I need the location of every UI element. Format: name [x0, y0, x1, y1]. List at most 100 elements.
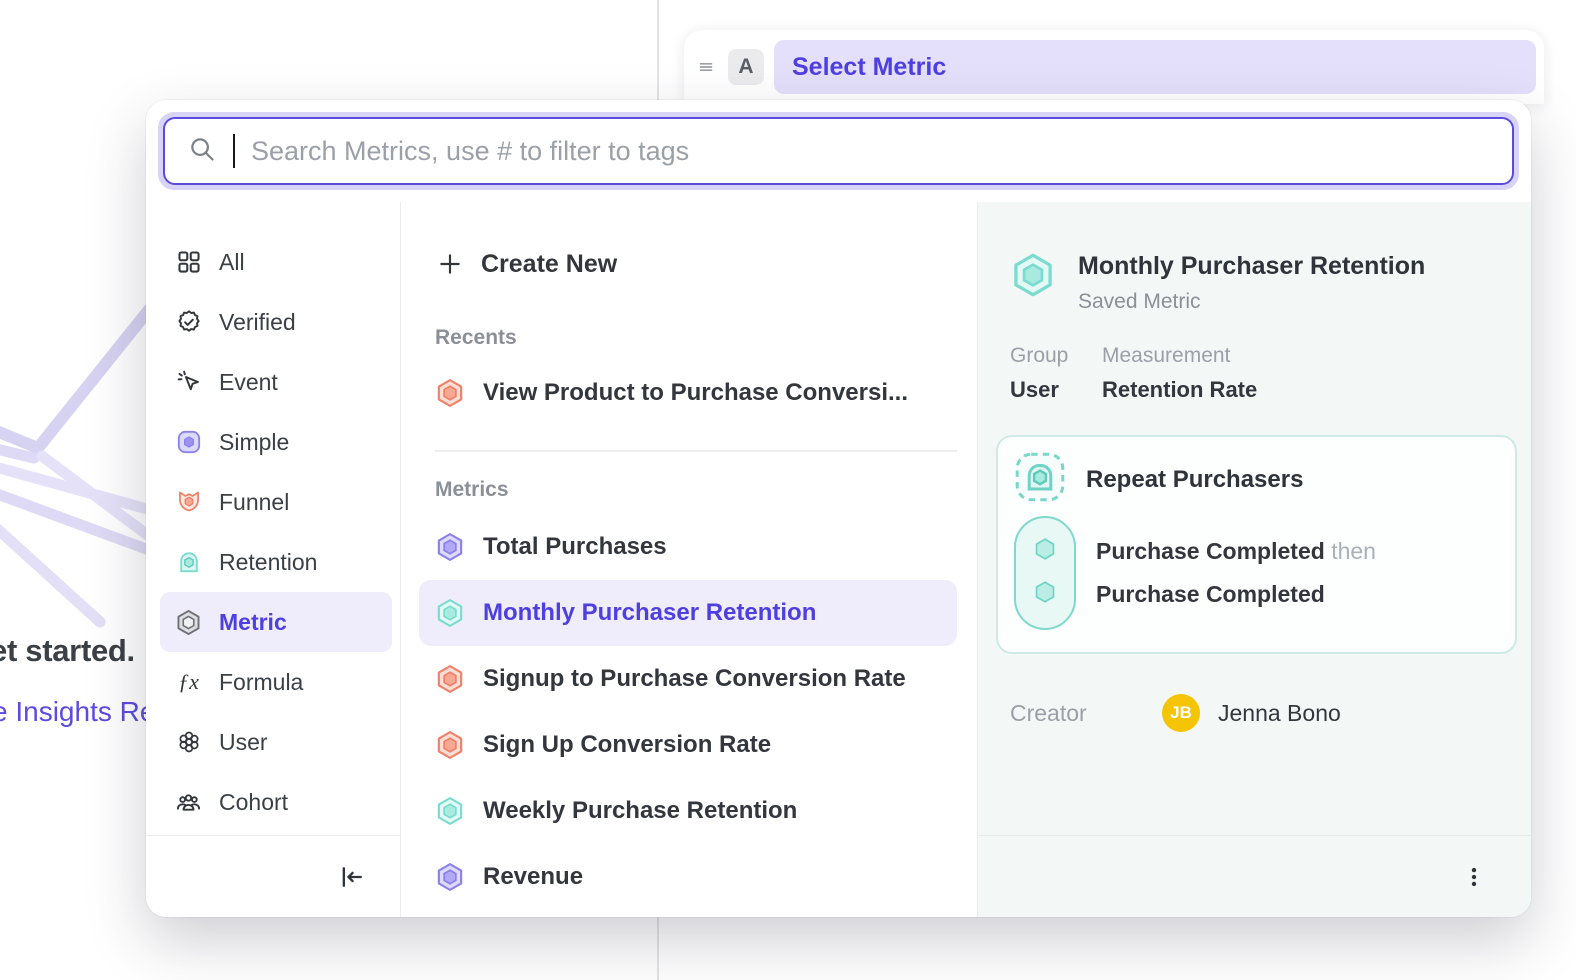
create-new-label: Create New — [481, 250, 617, 279]
metric-item-view-product-to-purchase-conversi[interactable]: View Product to Purchase Conversi... — [419, 360, 957, 426]
definition-title: Repeat Purchasers — [1086, 466, 1303, 494]
repeat-purchasers-icon — [1014, 451, 1066, 508]
metric-detail-panel: Monthly Purchaser Retention Saved Metric… — [978, 202, 1531, 917]
sidebar-item-funnel[interactable]: Funnel — [160, 472, 392, 532]
drag-handle-icon[interactable] — [694, 55, 718, 79]
select-metric-button[interactable]: Select Metric — [774, 40, 1536, 94]
sidebar-item-label: All — [219, 249, 245, 276]
section-divider — [435, 450, 957, 452]
sidebar-item-cohort[interactable]: Cohort — [160, 772, 392, 832]
sidebar-item-event[interactable]: Event — [160, 352, 392, 412]
step-event-name: Purchase Completed — [1096, 581, 1325, 607]
attribute-value: User — [1010, 377, 1076, 403]
detail-header: Monthly Purchaser Retention Saved Metric — [1010, 252, 1517, 314]
metric-item-label: Sign Up Conversion Rate — [483, 731, 771, 759]
saved-metric-hexagon-icon — [1010, 252, 1056, 303]
definition-header: Repeat Purchasers — [1014, 451, 1499, 508]
sidebar-item-simple[interactable]: Simple — [160, 412, 392, 472]
search-input[interactable] — [251, 136, 1490, 167]
sidebar-item-label: Cohort — [219, 789, 288, 816]
collapse-left-icon[interactable] — [334, 859, 370, 895]
metric-item-revenue[interactable]: Revenue — [419, 844, 957, 910]
sidebar-item-label: Event — [219, 369, 278, 396]
sidebar-item-all[interactable]: All — [160, 232, 392, 292]
creator-avatar: JB — [1162, 694, 1200, 732]
text-caret — [233, 134, 235, 168]
type-filter-list: All Verified Event Simple Funnel Retenti… — [146, 202, 400, 835]
sidebar-item-verified[interactable]: Verified — [160, 292, 392, 352]
section-items-recents: View Product to Purchase Conversi... — [435, 360, 957, 426]
step-list: Purchase Completed thenPurchase Complete… — [1096, 538, 1376, 608]
metric-item-total-purchases[interactable]: Total Purchases — [419, 514, 957, 580]
metric-type-icon — [435, 664, 465, 694]
detail-subtitle: Saved Metric — [1078, 290, 1425, 314]
creator-row: Creator JB Jenna Bono — [1010, 694, 1517, 732]
metric-type-icon — [435, 532, 465, 562]
metric-item-monthly-purchaser-retention[interactable]: Monthly Purchaser Retention — [419, 580, 957, 646]
sidebar-item-retention[interactable]: Retention — [160, 532, 392, 592]
creator-name: Jenna Bono — [1218, 700, 1341, 727]
definition-card: Repeat Purchasers Purchase Completed the… — [996, 435, 1517, 654]
background-insights-link[interactable]: e Insights Re — [0, 696, 155, 728]
sidebar-item-metric[interactable]: Metric — [160, 592, 392, 652]
app-window: et started. e Insights Re A Select Metri… — [0, 0, 1576, 980]
metric-item-weekly-purchase-retention[interactable]: Weekly Purchase Retention — [419, 778, 957, 844]
funnel-icon — [175, 489, 202, 516]
metric-item-sign-up-conversion-rate[interactable]: Sign Up Conversion Rate — [419, 712, 957, 778]
metric-type-icon — [435, 730, 465, 760]
sidebar-item-label: Formula — [219, 669, 303, 696]
user-icon — [175, 729, 202, 756]
sidebar-item-label: Retention — [219, 549, 317, 576]
step-event-name: Purchase Completed — [1096, 538, 1325, 564]
kebab-menu-icon[interactable] — [1457, 860, 1491, 894]
sidebar-footer — [146, 835, 400, 917]
step-line: Purchase Completed then — [1096, 538, 1376, 565]
detail-panel-body: Monthly Purchaser Retention Saved Metric… — [978, 202, 1531, 835]
verified-icon — [175, 309, 202, 336]
cohort-icon — [175, 789, 202, 816]
sidebar-item-user[interactable]: User — [160, 712, 392, 772]
metric-item-label: Weekly Purchase Retention — [483, 797, 797, 825]
metric-list-sections: Recents View Product to Purchase Convers… — [435, 326, 957, 910]
sidebar-item-label: User — [219, 729, 268, 756]
modal-body: All Verified Event Simple Funnel Retenti… — [146, 202, 1531, 917]
metric-icon — [175, 609, 202, 636]
metric-type-icon — [435, 862, 465, 892]
section-items-metrics: Total Purchases Monthly Purchaser Retent… — [435, 514, 957, 910]
attribute-row: Group User Measurement Retention Rate — [1010, 344, 1517, 403]
type-filter-sidebar: All Verified Event Simple Funnel Retenti… — [146, 202, 400, 917]
step-line: Purchase Completed — [1096, 581, 1376, 608]
event-icon — [175, 369, 202, 396]
metric-type-icon — [435, 378, 465, 408]
plus-icon — [435, 249, 465, 279]
section-title-recents: Recents — [435, 326, 957, 350]
sidebar-item-label: Verified — [219, 309, 296, 336]
metric-picker-modal: All Verified Event Simple Funnel Retenti… — [146, 100, 1531, 917]
retention-icon — [175, 549, 202, 576]
detail-title: Monthly Purchaser Retention — [1078, 252, 1425, 281]
metric-item-label: Total Purchases — [483, 533, 667, 561]
metric-letter-badge[interactable]: A — [728, 49, 764, 85]
metric-item-signup-to-purchase-conversion-rate[interactable]: Signup to Purchase Conversion Rate — [419, 646, 957, 712]
formula-icon: ƒx — [175, 669, 202, 696]
simple-icon — [175, 429, 202, 456]
sidebar-item-label: Funnel — [219, 489, 289, 516]
metric-item-label: Monthly Purchaser Retention — [483, 599, 816, 627]
attribute-label: Measurement — [1102, 344, 1257, 368]
metric-item-label: Revenue — [483, 863, 583, 891]
metric-list-column: Create New Recents View Product to Purch… — [400, 202, 978, 917]
step-sequence-capsule — [1014, 516, 1076, 630]
attribute-value: Retention Rate — [1102, 377, 1257, 403]
sidebar-item-label: Simple — [219, 429, 289, 456]
metric-type-icon — [435, 796, 465, 826]
sidebar-item-label: Metric — [219, 609, 287, 636]
sidebar-item-formula[interactable]: ƒx Formula — [160, 652, 392, 712]
metric-type-icon — [435, 598, 465, 628]
detail-footer — [978, 835, 1531, 917]
section-title-metrics: Metrics — [435, 478, 957, 502]
attribute-label: Group — [1010, 344, 1076, 368]
create-new-button[interactable]: Create New — [435, 236, 957, 292]
search-focus-ring — [158, 112, 1519, 190]
select-metric-label: Select Metric — [792, 53, 946, 82]
metric-item-label: Signup to Purchase Conversion Rate — [483, 665, 906, 693]
